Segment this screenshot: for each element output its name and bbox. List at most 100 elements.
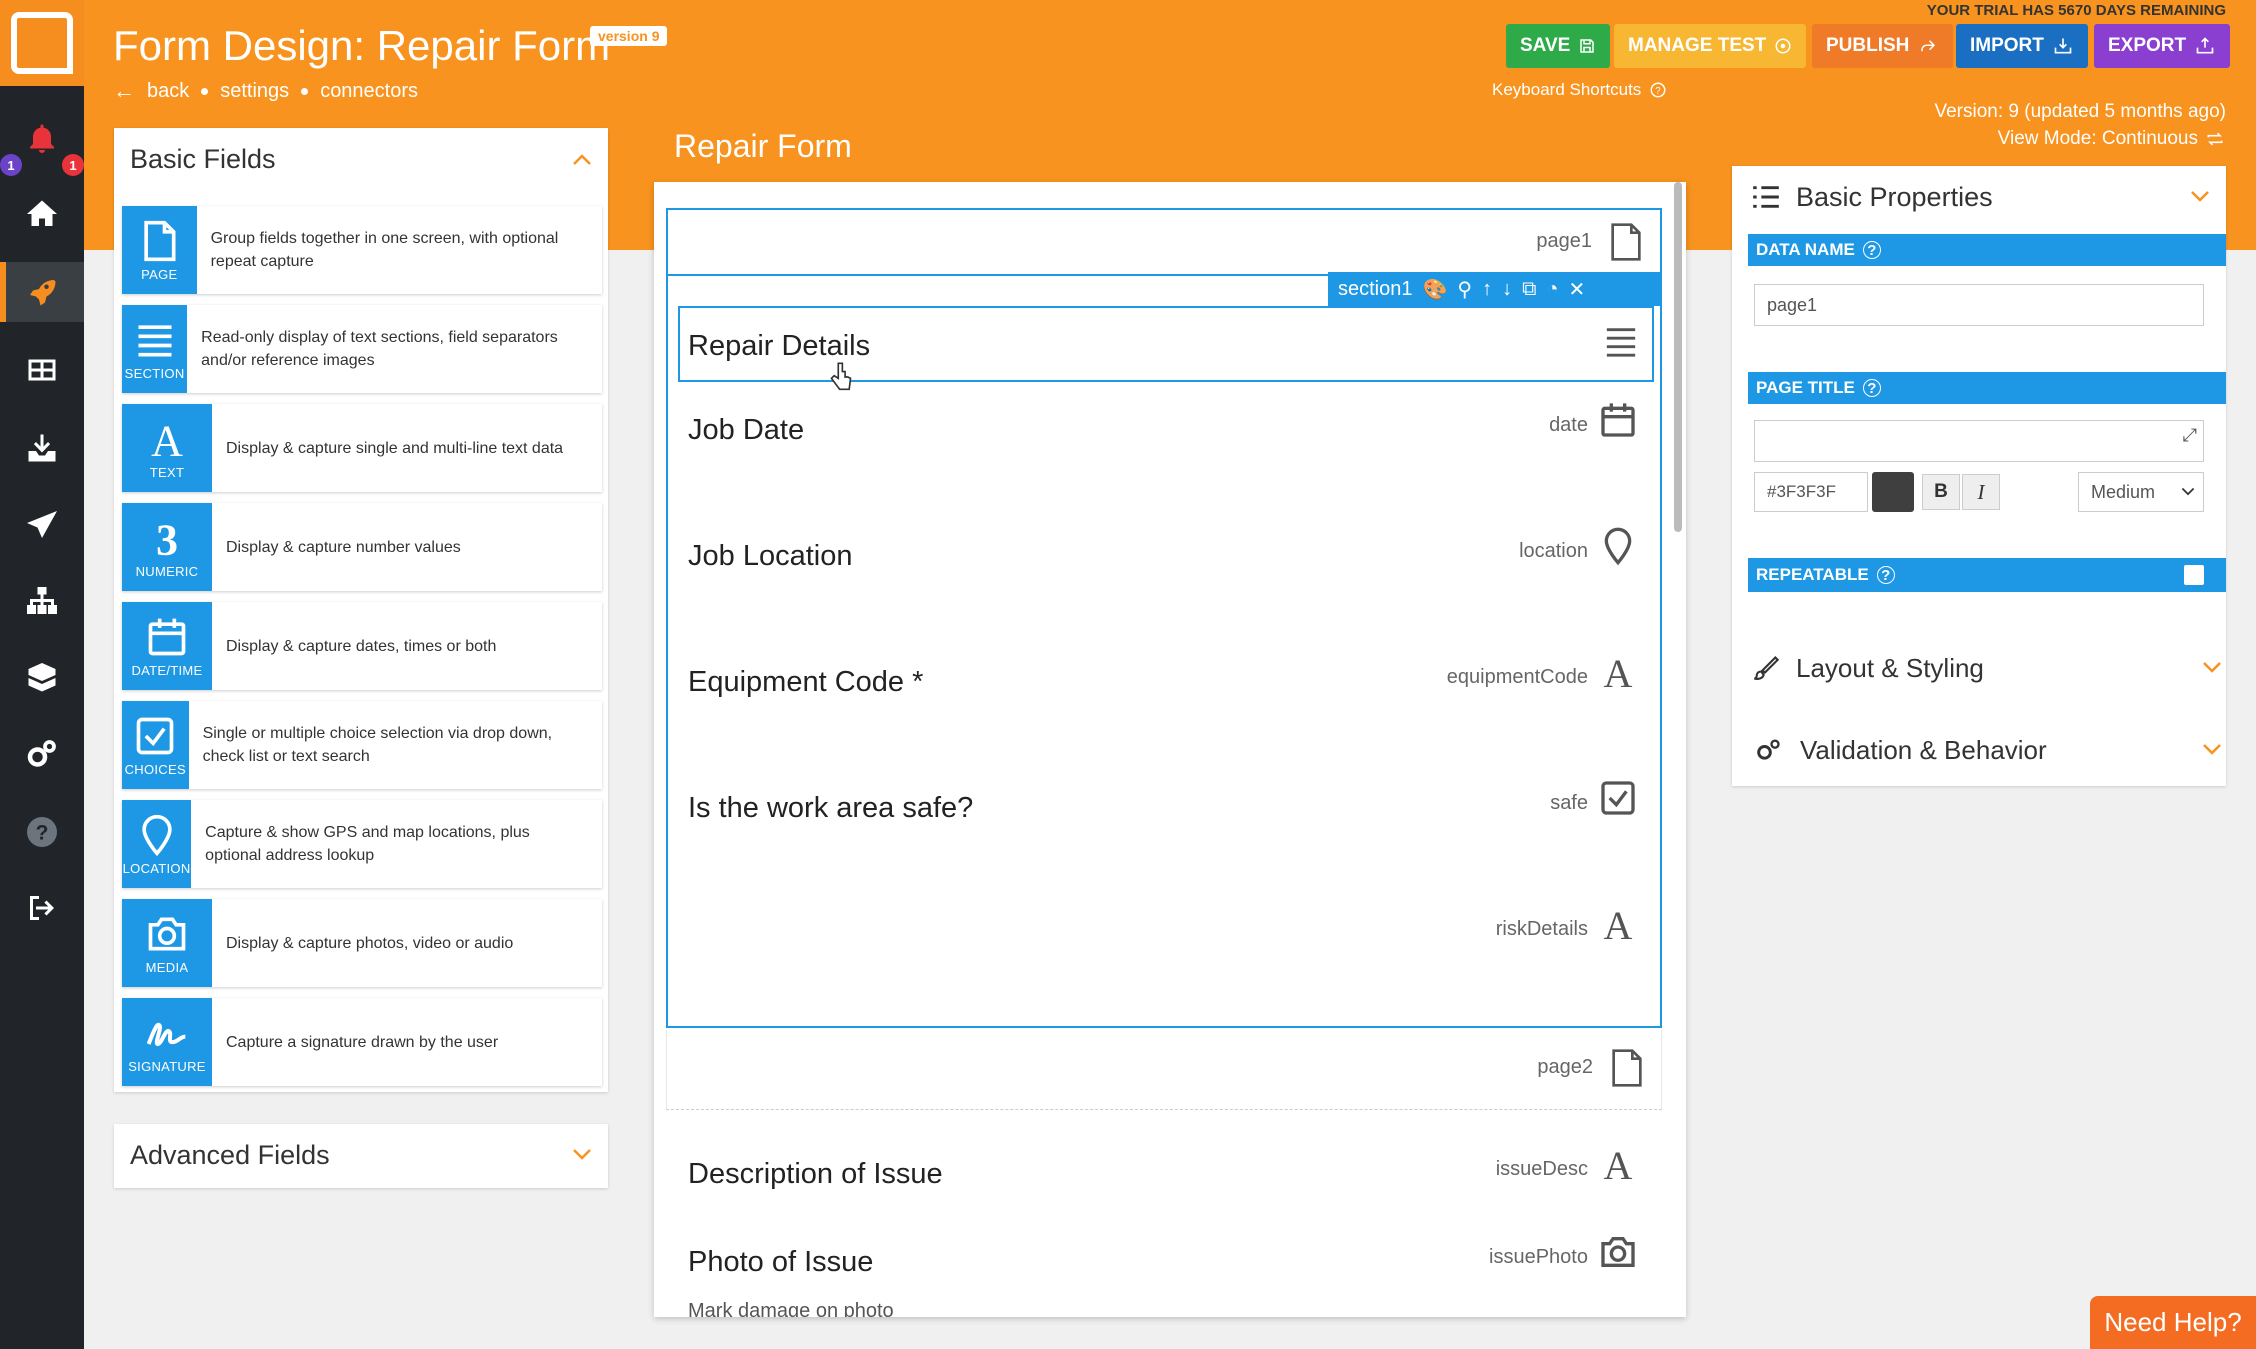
field-type-label: MEDIA xyxy=(145,959,189,975)
form-field-issuePhoto[interactable]: Photo of Issue issuePhoto xyxy=(688,1232,1648,1292)
move-up-icon[interactable]: ↑ xyxy=(1482,278,1492,301)
field-type-section[interactable]: SECTION Read-only display of text section… xyxy=(122,305,602,393)
back-link[interactable]: back xyxy=(147,80,189,103)
field-type-tile[interactable]: SIGNATURE xyxy=(122,998,212,1086)
help-icon[interactable]: ? xyxy=(0,802,84,862)
chevron-down-icon xyxy=(2203,662,2221,673)
field-type-location[interactable]: LOCATION Capture & show GPS and map locat… xyxy=(122,800,602,888)
form-field-location[interactable]: Job Location location xyxy=(688,526,1648,586)
delete-icon[interactable]: ✕ xyxy=(1568,277,1585,302)
layout-styling-section[interactable]: Layout & Styling xyxy=(1752,648,2222,688)
chevron-down-icon xyxy=(2181,487,2195,496)
field-type-media[interactable]: MEDIA Display & capture photos, video or … xyxy=(122,899,602,987)
send-icon[interactable] xyxy=(0,496,84,556)
italic-button[interactable]: I xyxy=(1962,474,2000,510)
field-type-tile[interactable]: PAGE xyxy=(122,206,197,294)
canvas-scrollbar[interactable] xyxy=(1674,182,1682,532)
import-button[interactable]: IMPORT xyxy=(1956,24,2088,68)
view-mode-toggle[interactable]: View Mode: Continuous xyxy=(1934,125,2226,152)
field-type-page[interactable]: PAGE Group fields together in one screen,… xyxy=(122,206,602,294)
need-help-button[interactable]: Need Help? xyxy=(2090,1296,2256,1349)
text-icon: A xyxy=(1598,651,1638,696)
form-field-issueDesc[interactable]: Description of Issue issueDesc A xyxy=(688,1143,1648,1204)
home-icon[interactable] xyxy=(0,184,84,244)
back-arrow-icon[interactable]: ← xyxy=(113,78,135,104)
breadcrumb: ← back settings connectors xyxy=(113,78,418,104)
field-type-label: SIGNATURE xyxy=(128,1058,206,1074)
keyboard-shortcuts-link[interactable]: Keyboard Shortcuts ? xyxy=(1492,80,1667,100)
checkbox-icon xyxy=(1598,778,1638,818)
form-field-equipmentCode[interactable]: Equipment Code * equipmentCode A xyxy=(688,651,1648,712)
app-logo[interactable] xyxy=(0,0,84,86)
connectors-link[interactable]: connectors xyxy=(320,80,418,103)
field-label: Equipment Code * xyxy=(688,666,924,698)
download-icon[interactable] xyxy=(0,418,84,478)
page1-block[interactable]: page1 xyxy=(666,208,1662,276)
field-type-tile[interactable]: CHOICES xyxy=(122,701,189,789)
list-icon xyxy=(1753,186,1779,208)
page2-block[interactable]: page2 xyxy=(666,1030,1662,1110)
visibility-icon[interactable]: ⚲ xyxy=(1457,277,1472,302)
page2-label: page2 xyxy=(1537,1056,1593,1078)
field-type-choices[interactable]: CHOICES Single or multiple choice selecti… xyxy=(122,701,602,789)
form-field-date[interactable]: Job Date date xyxy=(688,400,1648,460)
logout-icon[interactable] xyxy=(0,878,84,938)
field-type-tile[interactable]: DATE/TIME xyxy=(122,602,212,690)
field-type-tile[interactable]: 3 NUMERIC xyxy=(122,503,212,591)
field-type-label: SECTION xyxy=(124,365,185,381)
field-type-tile[interactable]: LOCATION xyxy=(122,800,192,888)
page-title-input[interactable]: ⤢ xyxy=(1754,420,2204,462)
expand-icon[interactable]: ⤢ xyxy=(2183,425,2197,446)
table-icon[interactable] xyxy=(0,340,84,400)
chevron-down-icon[interactable] xyxy=(572,1148,592,1162)
form-field-riskDetails[interactable]: riskDetails A xyxy=(688,903,1648,964)
repeatable-checkbox[interactable] xyxy=(2184,565,2204,585)
move-down-icon[interactable]: ↓ xyxy=(1502,278,1512,301)
field-type-signature[interactable]: SIGNATURE Capture a signature drawn by th… xyxy=(122,998,602,1086)
basic-fields-header[interactable]: Basic Fields xyxy=(114,128,608,190)
manage-test-button[interactable]: MANAGE TEST xyxy=(1614,24,1807,68)
chevron-down-icon[interactable] xyxy=(2190,190,2210,204)
duplicate-icon[interactable]: ⧉ xyxy=(1522,278,1536,301)
field-type-label: CHOICES xyxy=(124,761,186,777)
help-circle-icon[interactable]: ? xyxy=(1876,566,1895,584)
field-type-tile[interactable]: A TEXT xyxy=(122,404,212,492)
color-hex-input[interactable]: #3F3F3F xyxy=(1754,472,1868,512)
palette-icon[interactable]: 🎨 xyxy=(1423,277,1448,302)
advanced-fields-panel[interactable]: Advanced Fields xyxy=(114,1124,608,1188)
field-type-description: Capture & show GPS and map locations, pl… xyxy=(205,824,530,864)
field-type-tile[interactable]: MEDIA xyxy=(122,899,212,987)
chevron-up-icon[interactable] xyxy=(572,152,592,166)
settings-link[interactable]: settings xyxy=(220,80,289,103)
comment-icon[interactable]: ◔ xyxy=(1546,278,1558,301)
bold-button[interactable]: B xyxy=(1922,474,1960,510)
page-title: Form Design: Repair Form xyxy=(113,22,611,69)
field-type-text[interactable]: A TEXT Display & capture single and multi-… xyxy=(122,404,602,492)
validation-behavior-section[interactable]: Validation & Behavior xyxy=(1752,730,2222,770)
field-type-tile[interactable]: SECTION xyxy=(122,305,188,393)
section-toolbar: section1 🎨 ⚲ ↑ ↓ ⧉ ◔ ✕ xyxy=(1328,272,1662,306)
rocket-icon[interactable] xyxy=(0,262,84,322)
boxes-icon[interactable] xyxy=(0,648,84,708)
share-icon xyxy=(1921,40,1936,52)
sitemap-icon[interactable] xyxy=(0,572,84,632)
separator-dot xyxy=(201,87,209,95)
target-icon xyxy=(1775,38,1791,54)
basic-properties-header[interactable]: Basic Properties xyxy=(1732,166,2226,228)
field-type-date-time[interactable]: DATE/TIME Display & capture dates, times … xyxy=(122,602,602,690)
publish-button[interactable]: PUBLISH xyxy=(1812,24,1954,68)
gears-icon[interactable] xyxy=(0,724,84,784)
field-type-description: Read-only display of text sections, fiel… xyxy=(201,329,558,369)
font-size-select[interactable]: Medium xyxy=(2078,472,2204,512)
color-swatch[interactable] xyxy=(1872,472,1914,512)
camera-icon xyxy=(1598,1232,1638,1272)
form-field-safe[interactable]: Is the work area safe? safe xyxy=(688,778,1648,838)
help-circle-icon[interactable]: ? xyxy=(1862,241,1881,259)
help-circle-icon[interactable]: ? xyxy=(1862,379,1881,397)
data-name-input[interactable] xyxy=(1754,284,2204,326)
export-button[interactable]: EXPORT xyxy=(2094,24,2231,68)
section-title-block[interactable]: Repair Details xyxy=(678,306,1654,391)
camera-icon xyxy=(145,912,189,956)
save-button[interactable]: SAVE xyxy=(1506,24,1611,68)
field-type-numeric[interactable]: 3 NUMERIC Display & capture number values xyxy=(122,503,602,591)
